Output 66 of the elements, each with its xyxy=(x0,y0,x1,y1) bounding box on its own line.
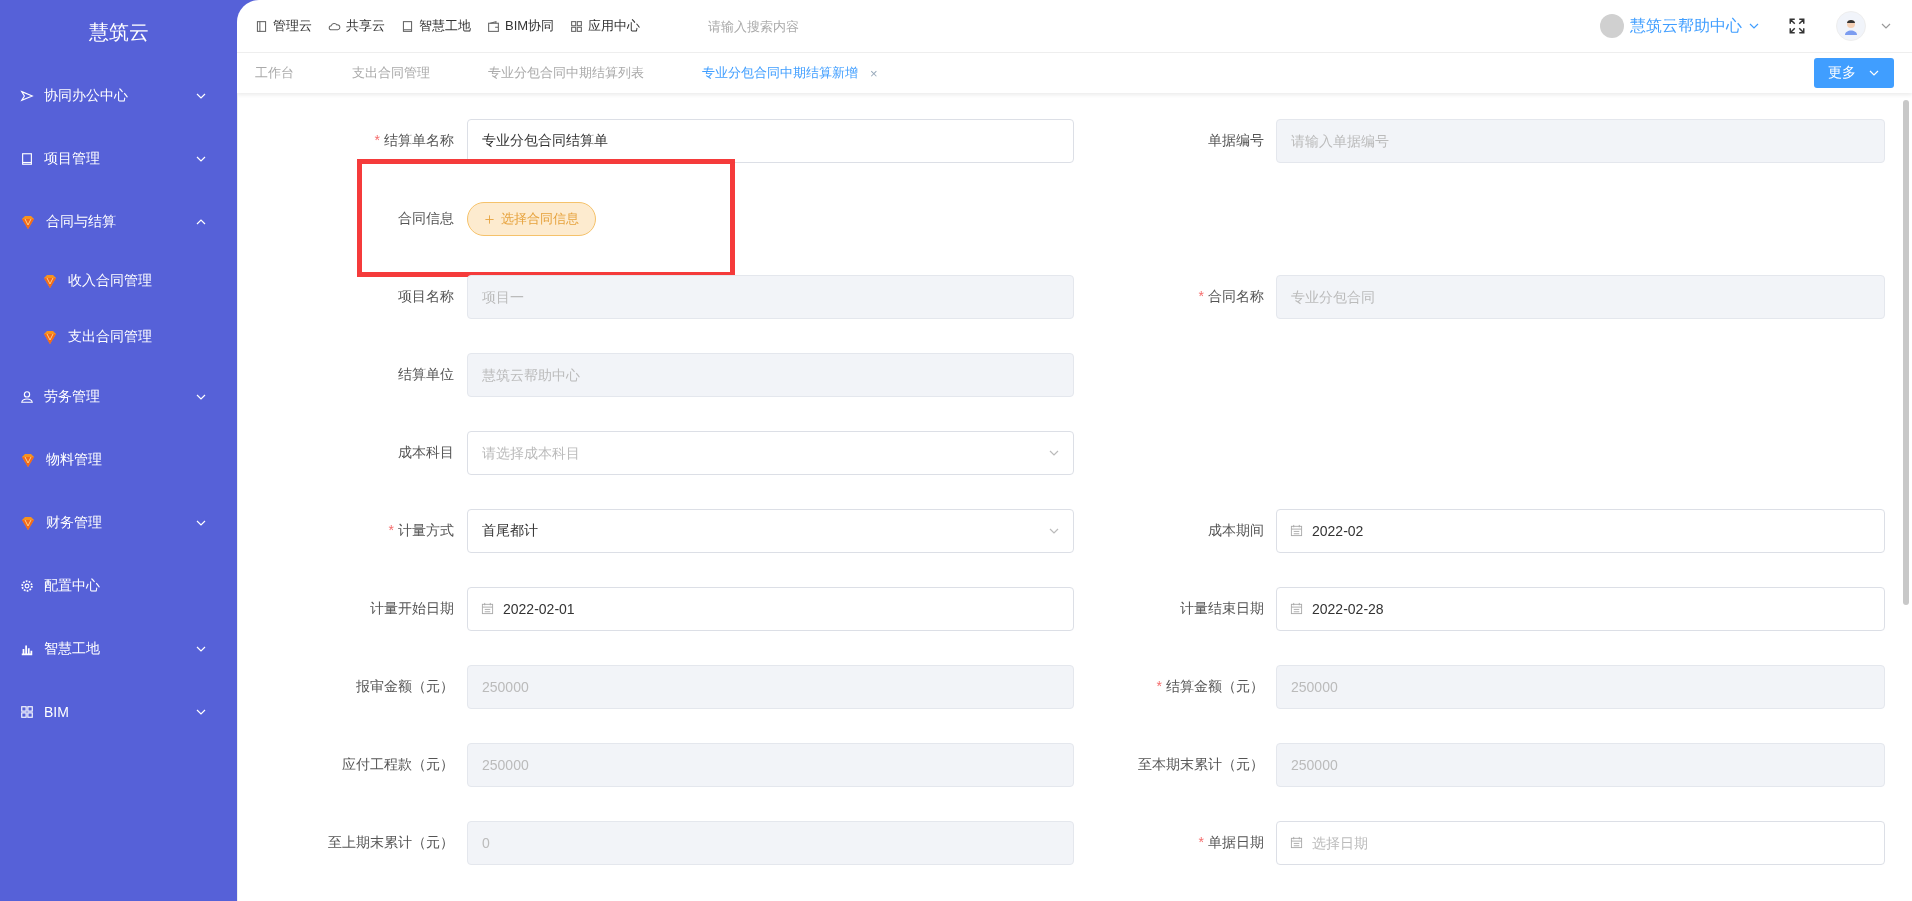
grid-icon xyxy=(20,704,34,719)
logo-text: 慧筑云 xyxy=(88,19,149,45)
field-label: 成本科目 xyxy=(397,444,454,462)
field-label: 至本期末累计（元） xyxy=(1137,756,1264,774)
field-label: 报审金额（元） xyxy=(355,678,454,696)
sidebar-item[interactable]: 配置中心 xyxy=(0,554,237,617)
field-label: * 单据日期 xyxy=(1197,834,1264,852)
calendar-icon xyxy=(1290,836,1303,849)
sidebar-subitem[interactable]: 收入合同管理 xyxy=(0,253,237,309)
calendar-icon xyxy=(1290,524,1303,537)
sidebar-item[interactable]: 智慧工地 xyxy=(0,617,237,680)
field-label: 项目名称 xyxy=(397,288,454,306)
help-center-link[interactable]: 慧筑云帮助中心 xyxy=(1630,15,1742,37)
wallet-icon xyxy=(487,19,500,33)
field-label: 单据编号 xyxy=(1207,132,1264,150)
calendar-icon xyxy=(1290,602,1303,615)
date-field[interactable]: 2022-02-28 xyxy=(1276,587,1885,631)
sidebar-item[interactable]: 协同办公中心 xyxy=(0,64,237,127)
date-field[interactable]: 选择日期 xyxy=(1276,821,1885,865)
gem-icon xyxy=(20,213,36,230)
field-label: * 计量方式 xyxy=(387,522,454,540)
date-field[interactable]: 2022-02 xyxy=(1276,509,1885,553)
sidebar-item[interactable]: 劳务管理 xyxy=(0,365,237,428)
field-label: 结算单位 xyxy=(397,366,454,384)
field-label: 计量开始日期 xyxy=(369,600,454,618)
sidebar-item[interactable]: BIM xyxy=(0,680,237,743)
sidebar-item[interactable]: 项目管理 xyxy=(0,127,237,190)
settings-icon xyxy=(20,578,34,593)
nav-link[interactable]: BIM协同 xyxy=(505,17,555,35)
sidebar-item[interactable]: 财务管理 xyxy=(0,491,237,554)
grid-icon xyxy=(570,19,584,33)
tab[interactable]: 专业分包合同中期结算新增 × xyxy=(702,64,878,82)
nav-link[interactable]: 共享云 xyxy=(346,17,385,35)
field-label: 应付工程款（元） xyxy=(341,756,454,774)
field-label: 计量结束日期 xyxy=(1179,600,1264,618)
avatar-icon[interactable] xyxy=(1836,11,1866,41)
sidebar-item[interactable]: 合同与结算 xyxy=(0,190,237,253)
more-button[interactable]: 更多 xyxy=(1814,58,1894,88)
field-label: * 结算单名称 xyxy=(373,132,454,150)
sidebar-subitem[interactable]: 支出合同管理 xyxy=(0,309,237,365)
date-field[interactable]: 2022-02-01 xyxy=(467,587,1074,631)
panel-icon xyxy=(255,19,268,33)
field-label: * 合同名称 xyxy=(1197,288,1264,306)
gem-icon xyxy=(42,273,58,289)
nav-link[interactable]: 管理云 xyxy=(273,17,312,35)
select-field[interactable]: 首尾都计 xyxy=(467,509,1074,553)
send-icon xyxy=(20,88,34,103)
nav-link[interactable]: 智慧工地 xyxy=(419,17,471,35)
field-label: * 结算金额（元） xyxy=(1155,678,1264,696)
nav-link[interactable]: 应用中心 xyxy=(588,17,641,35)
badge-icon xyxy=(1600,14,1624,38)
plus-icon xyxy=(484,213,495,225)
gem-icon xyxy=(42,329,58,345)
gem-icon xyxy=(20,451,36,468)
book-icon xyxy=(20,151,34,166)
field-label: 至上期末累计（元） xyxy=(327,834,454,852)
select-field[interactable]: 请选择成本科目 xyxy=(467,431,1074,475)
book-icon xyxy=(401,19,414,33)
user-icon xyxy=(20,389,34,404)
field-label: 成本期间 xyxy=(1207,522,1264,540)
sidebar-item[interactable]: 物料管理 xyxy=(0,428,237,491)
field-label: 合同信息 xyxy=(397,210,454,228)
gem-icon xyxy=(20,514,36,531)
input-field[interactable]: 专业分包合同结算单 xyxy=(467,119,1074,163)
fullscreen-icon xyxy=(1788,17,1806,35)
calendar-icon xyxy=(481,602,494,615)
